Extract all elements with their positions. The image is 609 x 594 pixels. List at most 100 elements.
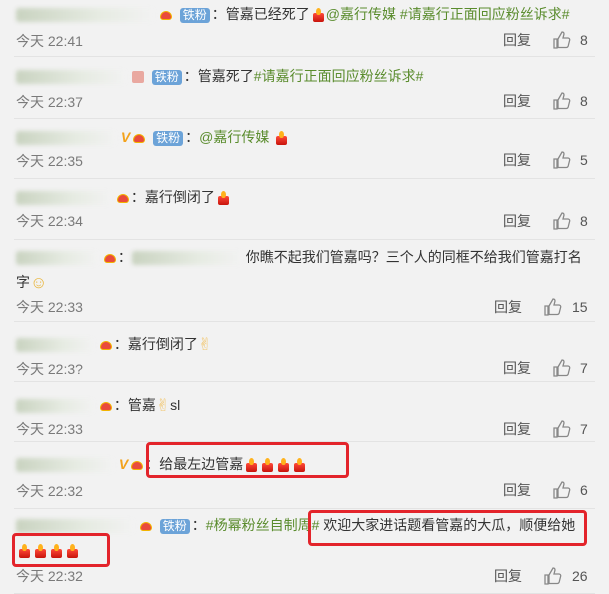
comment-item: 铁粉 ：管嘉死了#请嘉行正面回应粉丝诉求# 今天 22:37 回复 8 [0,57,609,119]
fan-badge[interactable]: 铁粉 [151,69,182,85]
comment-item: ： 你瞧不起我们管嘉吗？三个人的同框不给我们管嘉打名 字☺ 今天 22:33 回… [0,240,609,322]
comment-time: 今天 22:33 [16,299,83,315]
like-count: 26 [572,568,588,584]
fan-badge[interactable]: 铁粉 [179,7,210,23]
candle-emoji-icon [260,458,274,473]
like-count: 6 [580,482,588,498]
member-crown-icon [99,339,113,352]
comment-item: ：嘉行倒闭了✌ 今天 22:3? 回复 7 [0,322,609,382]
candle-emoji-icon [311,8,325,23]
username-blurred[interactable] [16,251,98,266]
comment-time: 今天 22:32 [16,568,83,584]
comment-time: 今天 22:33 [16,421,83,437]
thumbs-up-icon[interactable] [552,419,572,439]
comment-body-continued [16,540,80,560]
comment-time: 今天 22:35 [16,153,83,169]
comment-text: 欢迎大家进话题看管嘉的大瓜，顺便给她 [319,517,576,533]
reply-button[interactable]: 回复 [503,481,531,499]
username-blurred[interactable] [16,131,116,146]
candle-emoji-icon [274,131,288,146]
reply-button[interactable]: 回复 [503,420,531,438]
comment-text: 管嘉 [127,397,156,413]
like-count: 8 [580,93,588,109]
fan-badge[interactable]: 铁粉 [153,130,184,146]
comment-body: V ：给最左边管嘉 [16,454,307,474]
username-blurred[interactable] [16,399,94,414]
member-crown-icon [130,459,144,472]
comment-item: ：嘉行倒闭了 今天 22:34 回复 8 [0,179,609,240]
comment-body: V 铁粉 ：@嘉行传媒 [16,127,289,147]
candle-emoji-icon [65,544,79,559]
comment-text: 嘉行倒闭了 [127,336,198,352]
comment-text-suffix: sl [170,397,181,413]
comment-text: 嘉行倒闭了 [144,189,215,205]
candle-emoji-icon [216,191,230,206]
comment-time: 今天 22:34 [16,213,83,229]
username-blurred[interactable] [16,8,154,23]
reply-button[interactable]: 回复 [503,31,531,49]
like-count: 8 [580,32,588,48]
comment-text: 你瞧不起我们管嘉吗？三个人的同框不给我们管嘉打名 [245,249,582,265]
comment-item: 铁粉 ：管嘉已经死了 @嘉行传媒 #请嘉行正面回应粉丝诉求# 今天 22:41 回复… [0,0,609,57]
comment-text: 给最左边管嘉 [159,456,244,472]
mention-link[interactable]: @嘉行传媒 [326,6,396,22]
thumbs-up-icon[interactable] [543,297,563,317]
reply-button[interactable]: 回复 [494,298,522,316]
member-crown-icon [159,9,173,22]
thumbs-up-icon[interactable] [552,480,572,500]
reply-button[interactable]: 回复 [503,212,531,230]
comment-body-continued: 字☺ [16,272,47,293]
comment-text: 管嘉已经死了 [225,6,310,22]
username-blurred[interactable] [16,338,94,353]
comment-time: 今天 22:3? [16,361,83,377]
comment-body: 铁粉 ：管嘉死了#请嘉行正面回应粉丝诉求# [16,66,423,86]
username-blurred[interactable] [16,70,126,85]
topic-link[interactable]: #请嘉行正面回应粉丝诉求# [254,68,424,84]
topic-link[interactable]: #杨幂粉丝自制周# [206,517,320,533]
thumbs-up-icon[interactable] [552,358,572,378]
like-count: 7 [580,360,588,376]
comment-body: ：嘉行倒闭了 [16,187,231,207]
comment-item: V ：给最左边管嘉 今天 22:32 回复 6 [0,442,609,509]
topic-link[interactable]: #请嘉行正面回应粉丝诉求# [400,6,570,22]
thinking-face-emoji-icon: ☺ [30,273,48,293]
comment-body: ：管嘉✌sl [16,395,180,415]
username-blurred[interactable] [16,191,111,206]
comment-body: 铁粉 ：管嘉已经死了 @嘉行传媒 #请嘉行正面回应粉丝诉求# [16,4,569,24]
member-crown-icon [132,132,146,145]
candle-emoji-icon [292,458,306,473]
candle-emoji-icon [33,544,47,559]
comment-time: 今天 22:37 [16,94,83,110]
thumbs-up-icon[interactable] [552,30,572,50]
comment-item: 铁粉 ：#杨幂粉丝自制周# 欢迎大家进话题看管嘉的大瓜，顺便给她 今天 22:32… [0,509,609,594]
comment-text: 管嘉死了 [197,68,254,84]
thumbs-up-icon[interactable] [552,150,572,170]
comment-item: ：管嘉✌sl 今天 22:33 回复 7 [0,382,609,442]
mention-link[interactable]: @嘉行传媒 [199,129,269,145]
mentioned-user-blurred[interactable] [131,251,242,266]
fan-badge[interactable]: 铁粉 [159,518,190,534]
member-crown-icon [139,520,153,533]
thumbs-up-icon[interactable] [543,566,563,586]
verified-v-icon: V [120,129,131,145]
candle-emoji-icon [49,544,63,559]
thumbs-up-icon[interactable] [552,211,572,231]
like-count: 15 [572,299,588,315]
username-blurred[interactable] [16,519,134,534]
candle-emoji-icon [17,544,31,559]
reply-button[interactable]: 回复 [503,151,531,169]
comment-list: 铁粉 ：管嘉已经死了 @嘉行传媒 #请嘉行正面回应粉丝诉求# 今天 22:41 回复… [0,0,609,594]
comment-item: V 铁粉 ：@嘉行传媒 今天 22:35 回复 5 [0,119,609,179]
member-crown-icon [103,252,117,265]
ok-hand-emoji-icon: ✌ [197,335,213,355]
ok-hand-emoji-icon: ✌ [155,396,171,416]
verified-v-icon: V [118,456,129,472]
thumbs-up-icon[interactable] [552,91,572,111]
reply-button[interactable]: 回复 [503,92,531,110]
reply-button[interactable]: 回复 [494,567,522,585]
comment-body: 铁粉 ：#杨幂粉丝自制周# 欢迎大家进话题看管嘉的大瓜，顺便给她 [16,515,575,535]
member-crown-icon [99,400,113,413]
username-blurred[interactable] [16,458,114,473]
reply-button[interactable]: 回复 [503,359,531,377]
comment-time: 今天 22:32 [16,483,83,499]
